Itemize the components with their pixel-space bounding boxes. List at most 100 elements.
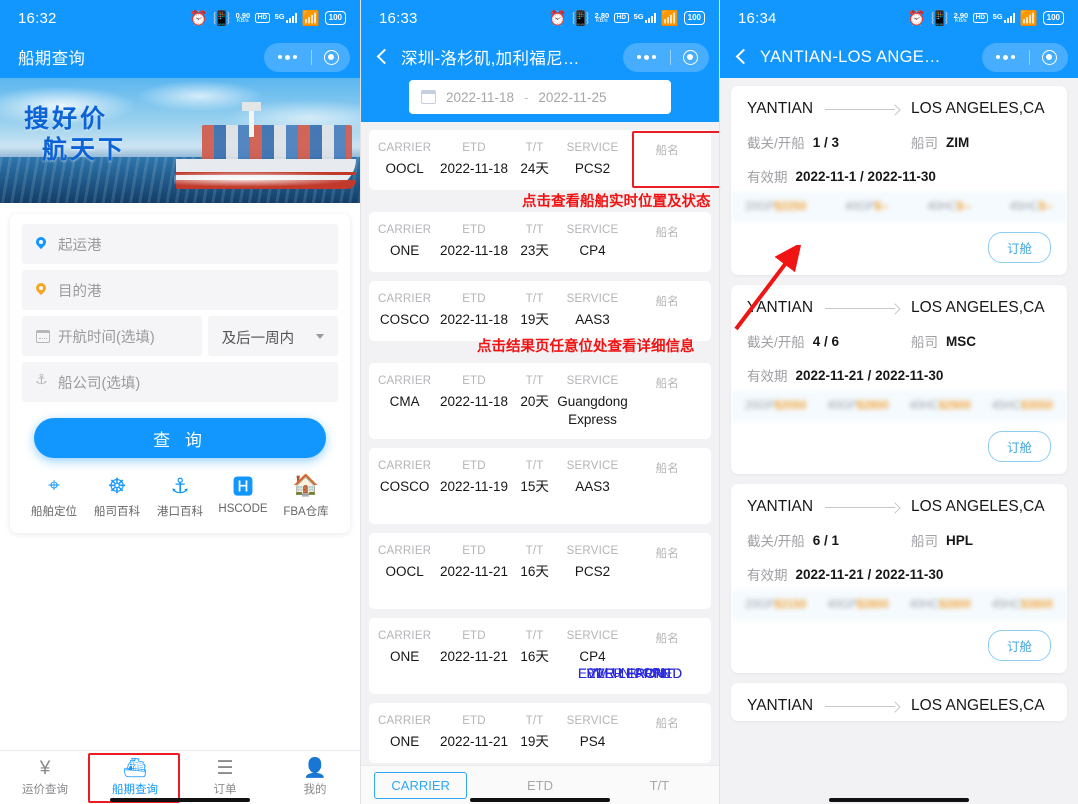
cell-tt: 16天 xyxy=(514,648,556,666)
close-miniprogram-icon[interactable] xyxy=(1030,50,1068,65)
close-miniprogram-icon[interactable] xyxy=(312,50,350,65)
book-button[interactable]: 订舱 xyxy=(988,232,1051,263)
quick-link-label: HSCODE xyxy=(213,503,273,515)
book-button[interactable]: 订舱 xyxy=(988,630,1051,661)
column-header-etd: ETD xyxy=(434,142,513,154)
back-icon[interactable] xyxy=(732,47,752,67)
promo-banner[interactable]: 搜好价 航天下 xyxy=(0,78,360,203)
quick-link-ship-locate[interactable]: ⌖ 船舶定位 xyxy=(24,472,84,519)
cell-service: Guangdong Express xyxy=(555,393,629,428)
back-icon[interactable] xyxy=(373,47,393,67)
bottom-tab-bar: ¥ 运价查询 ⛴ 船期查询 ☰ 订单 👤 我的 xyxy=(0,750,360,804)
tab-profile[interactable]: 👤 我的 xyxy=(270,758,360,797)
column-header-tt: T/T xyxy=(514,545,556,557)
quick-link-hscode[interactable]: 🅷 HSCODE xyxy=(213,472,273,519)
cellular-signal-icon: 5G xyxy=(634,13,656,24)
sort-tab-etd[interactable]: ETD xyxy=(480,778,599,793)
price-row: 20GP$2150 40GP$2800 40HC$2800 45HC$3800 xyxy=(731,590,1067,620)
chevron-down-icon xyxy=(316,334,324,339)
rate-card[interactable]: YANTIAN LOS ANGELES,CA 截关/开船 1 / 3 船司 ZI… xyxy=(731,86,1067,275)
validity-row: 有效期 2022-11-1 / 2022-11-30 xyxy=(747,166,1051,186)
calendar-icon xyxy=(36,330,58,343)
mini-program-capsule-1[interactable] xyxy=(264,43,350,72)
column-header-etd: ETD xyxy=(434,293,513,305)
price-type: 20GP xyxy=(745,400,774,412)
sort-tab-carrier[interactable]: CARRIER xyxy=(361,778,480,793)
price-item: 20GP$2250 xyxy=(745,201,806,213)
tab-schedule-search[interactable]: ⛴ 船期查询 xyxy=(90,758,180,797)
route: YANTIAN LOS ANGELES,CA xyxy=(747,100,1051,118)
column-header-etd: ETD xyxy=(434,460,513,472)
home-indicator xyxy=(470,798,610,802)
person-icon: 👤 xyxy=(270,758,360,780)
tab-label: 我的 xyxy=(270,781,360,797)
cutoff-and-carrier: 截关/开船 1 / 3 船司 ZIM xyxy=(747,132,1051,152)
cell-tt: 19天 xyxy=(514,311,556,329)
schedule-result-list[interactable]: CARRIEROOCL ETD2022-11-18 T/T24天 SERVICE… xyxy=(361,130,719,765)
quick-link-port-wiki[interactable]: ⚓ 港口百科 xyxy=(150,472,210,519)
date-range-select[interactable]: 及后一周内 xyxy=(208,316,338,356)
search-button[interactable]: 查 询 xyxy=(34,418,326,458)
cell-vessel[interactable]: YM UNICORN xyxy=(535,665,719,751)
departure-date-field[interactable]: 开航时间(选填) xyxy=(22,316,202,356)
date-range-picker[interactable]: 2022-11-18 - 2022-11-25 xyxy=(409,80,671,114)
table-row[interactable]: CARRIERCMA ETD2022-11-18 T/T20天 SERVICEG… xyxy=(369,363,711,439)
wifi-icon: 📶 xyxy=(1020,10,1038,27)
table-row[interactable]: CARRIERCOSCO ETD2022-11-18 T/T19天 SERVIC… xyxy=(369,281,711,341)
price-type: 40HC xyxy=(909,400,938,412)
hd-icon: HD xyxy=(973,13,987,23)
signal-bars-icon xyxy=(1004,13,1015,23)
tab-orders[interactable]: ☰ 订单 xyxy=(180,758,270,797)
table-row[interactable]: CARRIERONE ETD2022-11-21 T/T19天 SERVICEP… xyxy=(369,703,711,763)
destination-port-placeholder: 目的港 xyxy=(58,280,102,301)
close-miniprogram-icon[interactable] xyxy=(671,50,709,65)
annotation-row-hint: 点击结果页任意位处查看详细信息 xyxy=(477,335,695,356)
table-row[interactable]: CARRIERONE ETD2022-11-18 T/T23天 SERVICEC… xyxy=(369,212,711,272)
column-header-service: SERVICE xyxy=(555,630,629,642)
column-header-tt: T/T xyxy=(514,142,556,154)
more-menu-icon[interactable] xyxy=(623,55,670,60)
tab-rate-search[interactable]: ¥ 运价查询 xyxy=(0,758,90,797)
order-icon: ☰ xyxy=(180,758,270,780)
column-header-carrier: CARRIER xyxy=(375,630,434,642)
fba-warehouse-icon: 🏠 xyxy=(276,472,336,500)
more-menu-icon[interactable] xyxy=(264,55,311,60)
table-row[interactable]: CARRIEROOCL ETD2022-11-18 T/T24天 SERVICE… xyxy=(369,130,711,190)
quick-link-carrier-wiki[interactable]: ☸ 船司百科 xyxy=(87,472,147,519)
origin-pin-icon xyxy=(36,237,58,251)
table-row[interactable]: CARRIEROOCL ETD2022-11-21 T/T16天 SERVICE… xyxy=(369,533,711,609)
column-header-etd: ETD xyxy=(434,715,513,727)
cell-etd: 2022-11-21 xyxy=(434,563,513,581)
rate-card[interactable]: YANTIAN LOS ANGELES,CA xyxy=(731,683,1067,721)
route-arrow-icon xyxy=(825,303,899,313)
origin-port-field[interactable]: 起运港 xyxy=(22,224,338,264)
status-bar-2: 16:33 ⏰ 📳 2.80 KB/s HD 5G 📶 100 xyxy=(361,0,719,36)
port-wiki-icon: ⚓ xyxy=(150,472,210,500)
cutoff-and-carrier: 截关/开船 6 / 1 船司 HPL xyxy=(747,530,1051,550)
mini-program-capsule-2[interactable] xyxy=(623,43,709,72)
sort-tab-label: CARRIER xyxy=(374,772,467,799)
network-generation-label: 5G xyxy=(634,13,644,21)
table-row[interactable]: CARRIERCOSCO ETD2022-11-19 T/T15天 SERVIC… xyxy=(369,448,711,524)
destination-port-field[interactable]: 目的港 xyxy=(22,270,338,310)
more-menu-icon[interactable] xyxy=(982,55,1029,60)
column-header-tt: T/T xyxy=(514,293,556,305)
tab-label: 船期查询 xyxy=(90,781,180,797)
rate-card[interactable]: YANTIAN LOS ANGELES,CA 截关/开船 6 / 1 船司 HP… xyxy=(731,484,1067,673)
book-button[interactable]: 订舱 xyxy=(988,431,1051,462)
rate-card-list[interactable]: YANTIAN LOS ANGELES,CA 截关/开船 1 / 3 船司 ZI… xyxy=(720,78,1078,804)
column-header-vessel: 船名 xyxy=(630,142,705,158)
price-type: 40GP xyxy=(827,400,856,412)
carrier-field[interactable]: 船公司(选填) xyxy=(22,362,338,402)
network-speed-indicator: 2.80 KB/s xyxy=(595,12,610,25)
quick-link-fba-warehouse[interactable]: 🏠 FBA仓库 xyxy=(276,472,336,519)
anchor-icon xyxy=(36,375,58,389)
sort-tab-tt[interactable]: T/T xyxy=(600,778,719,793)
validity-row: 有效期 2022-11-21 / 2022-11-30 xyxy=(747,564,1051,584)
date-range-bar: 2022-11-18 - 2022-11-25 xyxy=(361,78,719,122)
rate-card[interactable]: YANTIAN LOS ANGELES,CA 截关/开船 4 / 6 船司 MS… xyxy=(731,285,1067,474)
origin-port: YANTIAN xyxy=(747,299,813,317)
mini-program-capsule-3[interactable] xyxy=(982,43,1068,72)
banner-slogan-line1: 搜好价 xyxy=(24,104,126,135)
cell-tt: 15天 xyxy=(514,478,556,496)
